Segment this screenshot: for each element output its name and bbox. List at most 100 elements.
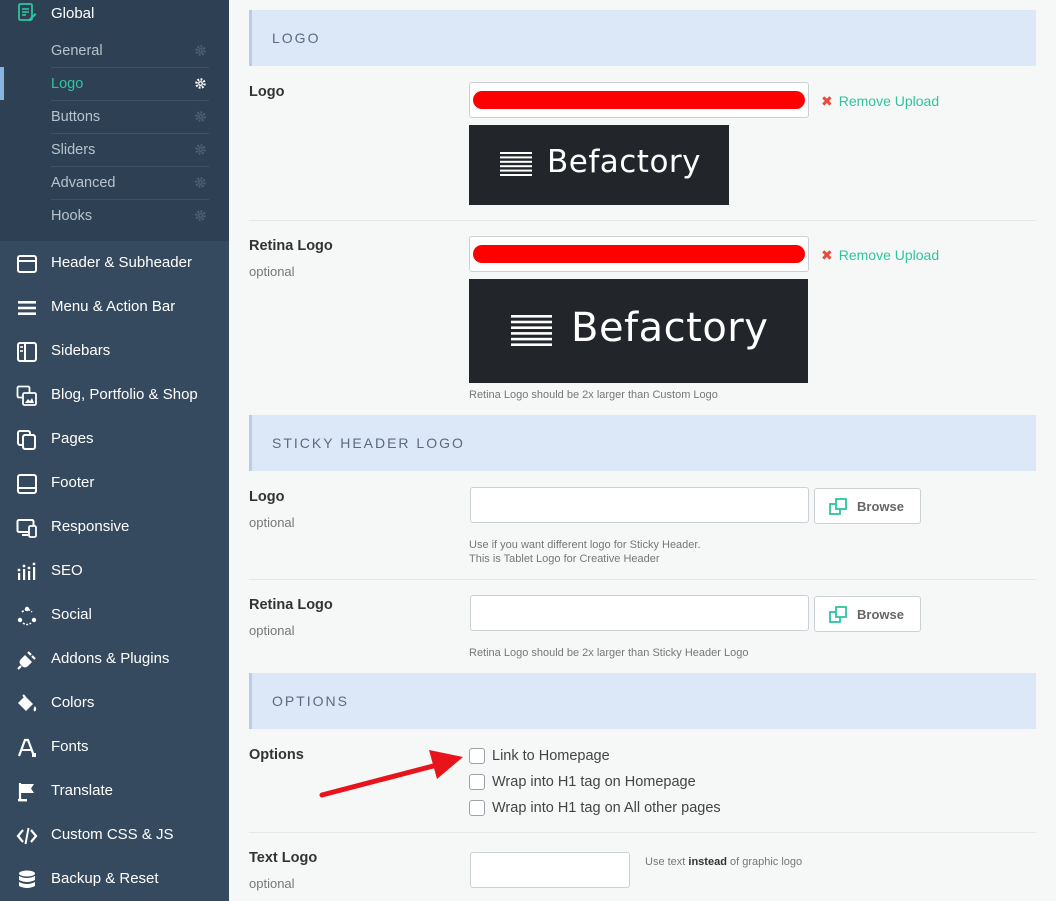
annotation-arrow-icon [319,750,463,798]
section-heading-options: OPTIONS [249,673,1036,729]
section-heading-label: LOGO [272,30,321,46]
sidebar-item-label: Footer [51,474,95,491]
sidebar-subitem-advanced[interactable]: Advanced [51,167,209,200]
sidebar-item-label: Pages [51,430,94,447]
sidebar-item-label: Header & Subheader [51,254,192,271]
checkbox[interactable] [469,800,485,816]
sidebar-item-addons-plugins[interactable]: Addons & Plugins [0,638,229,682]
sidebar-subitem-label: Hooks [51,208,93,224]
sidebar-item-label: Addons & Plugins [51,650,170,667]
sidebar-subitem-label: Logo [51,76,84,92]
sidebar-item-social[interactable]: Social [0,594,229,638]
close-icon: ✖ [821,247,833,263]
sidebar: Global General Logo Buttons Sliders Adva… [0,0,229,901]
checkbox[interactable] [469,774,485,790]
row-divider [249,832,1036,833]
sidebar-item-label: Responsive [51,518,130,535]
section-heading-label: STICKY HEADER LOGO [272,435,465,451]
row-divider [249,579,1036,580]
sticky-logo-url-input[interactable] [470,487,809,523]
field-title-sticky-retina-logo: Retina Logo [249,597,333,613]
gear-icon [195,177,206,188]
field-title-sticky-logo: Logo [249,489,285,505]
field-subtitle: optional [249,876,295,891]
sidebar-item-label: Fonts [51,738,89,755]
checkbox-label: Link to Homepage [492,748,610,764]
hamburger-logo-icon [511,315,552,346]
browse-sticky-retina-logo-button[interactable]: Browse [814,596,921,632]
checkbox-label: Wrap into H1 tag on Homepage [492,774,696,790]
checkbox[interactable] [469,748,485,764]
sidebar-item-custom-css-js[interactable]: Custom CSS & JS [0,814,229,858]
browse-sticky-logo-button[interactable]: Browse [814,488,921,524]
main-content: LOGO Logo ✖ Remove Upload Befactory Retin… [229,0,1056,901]
sidebar-item-label: Social [51,606,92,623]
sidebar-item-global[interactable]: Global [0,0,229,30]
sidebar-item-footer[interactable]: Footer [0,462,229,506]
field-hint: Use if you want different logo for Stick… [469,539,701,551]
field-title-logo: Logo [249,84,285,100]
checkbox-label: Wrap into H1 tag on All other pages [492,800,721,816]
close-icon: ✖ [821,93,833,109]
remove-upload-label: Remove Upload [838,247,940,263]
gear-icon [195,210,206,221]
responsive-icon [16,519,37,538]
section-heading-logo: LOGO [249,10,1036,66]
sidebar-item-fonts[interactable]: Fonts [0,726,229,770]
sidebar-item-pages[interactable]: Pages [0,418,229,462]
sidebar-item-label: Colors [51,694,95,711]
logo-url-input[interactable] [469,82,809,118]
sidebar-item-responsive[interactable]: Responsive [0,506,229,550]
sidebar-subitem-general[interactable]: General [51,35,209,68]
gallery-icon [16,385,37,406]
sidebar-subitem-buttons[interactable]: Buttons [51,101,209,134]
font-icon [17,738,36,757]
field-subtitle: optional [249,515,295,530]
edit-document-icon [18,3,37,22]
menu-icon [18,301,36,315]
gear-icon [195,45,206,56]
sidebar-item-seo[interactable]: SEO [0,550,229,594]
sidebar-subitem-logo[interactable]: Logo [51,68,209,101]
code-icon [16,827,38,845]
sidebar-item-sidebars[interactable]: Sidebars [0,330,229,374]
remove-upload-retina-button[interactable]: ✖ Remove Upload [821,247,939,264]
retina-logo-preview-image: Befactory [469,279,808,383]
sidebar-item-menu-action-bar[interactable]: Menu & Action Bar [0,286,229,330]
social-icon [17,606,37,626]
active-indicator [0,67,4,100]
sidebar-subitem-sliders[interactable]: Sliders [51,134,209,167]
seo-icon [17,562,36,580]
logo-preview-image: Befactory [469,125,729,205]
retina-logo-url-input[interactable] [469,236,809,272]
field-subtitle: optional [249,623,295,638]
hint-suffix: of graphic logo [726,856,803,868]
browse-label: Browse [857,499,904,514]
sticky-retina-logo-url-input[interactable] [470,595,809,631]
text-logo-input[interactable] [470,852,630,888]
sidebar-subitem-label: Buttons [51,109,101,125]
sidebar-icon [17,342,37,362]
sidebar-item-header-subheader[interactable]: Header & Subheader [0,242,229,286]
global-group: Global General Logo Buttons Sliders Adva… [0,0,229,241]
sidebar-item-label: Global [51,5,95,22]
paint-bucket-icon [18,694,37,712]
field-title-retina-logo: Retina Logo [249,238,333,254]
sidebar-subitem-label: Sliders [51,142,96,158]
sidebar-item-colors[interactable]: Colors [0,682,229,726]
remove-upload-logo-button[interactable]: ✖ Remove Upload [821,93,939,110]
sidebar-subitem-label: Advanced [51,175,116,191]
field-title-text-logo: Text Logo [249,850,318,866]
field-hint: Retina Logo should be 2x larger than Sti… [469,647,749,659]
redaction-mark [473,245,805,263]
pages-icon [17,430,36,450]
remove-upload-label: Remove Upload [838,93,940,109]
plug-icon [17,651,36,670]
sidebar-subitem-hooks[interactable]: Hooks [51,200,209,233]
field-subtitle: optional [249,264,295,279]
sidebar-item-backup-reset[interactable]: Backup & Reset [0,858,229,901]
sidebar-item-blog-portfolio-shop[interactable]: Blog, Portfolio & Shop [0,374,229,418]
hamburger-logo-icon [500,152,532,176]
sidebar-item-label: SEO [51,562,83,579]
sidebar-item-translate[interactable]: Translate [0,770,229,814]
